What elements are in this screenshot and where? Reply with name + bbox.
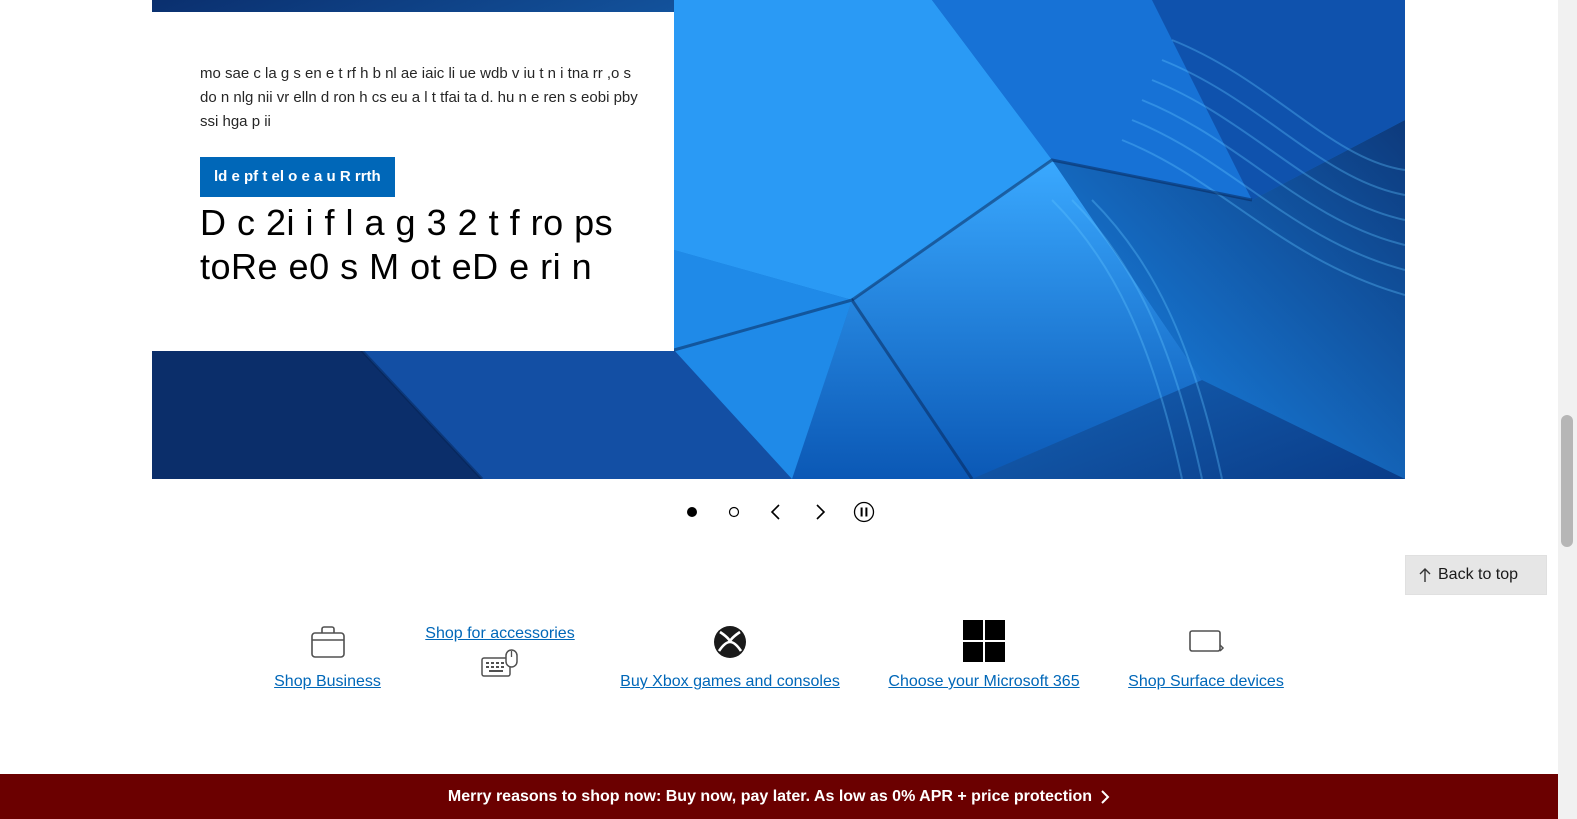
- quick-link-shop-accessories[interactable]: Shop for accessories: [420, 624, 580, 680]
- page-scrollbar[interactable]: [1558, 0, 1577, 819]
- quick-link-microsoft-365[interactable]: Choose your Microsoft 365: [880, 620, 1088, 692]
- xbox-icon: [714, 626, 746, 658]
- quick-link-xbox[interactable]: Buy Xbox games and consoles: [614, 622, 846, 692]
- slide-1-dot[interactable]: [678, 498, 706, 526]
- promo-text[interactable]: Merry reasons to shop now: Buy now, pay …: [448, 788, 1092, 806]
- next-arrow-icon[interactable]: [806, 498, 834, 526]
- quick-link-label[interactable]: Buy Xbox games and consoles: [614, 672, 846, 692]
- surface-tablet-icon: [1189, 630, 1225, 652]
- pause-icon[interactable]: [850, 498, 878, 526]
- briefcase-icon: [310, 626, 345, 658]
- arrow-up-icon: [1419, 568, 1431, 582]
- windows-logo-icon: [963, 620, 1005, 662]
- carousel-controls: [0, 498, 1577, 528]
- quick-link-label[interactable]: Shop for accessories: [420, 624, 580, 644]
- keyboard-mouse-icon: [481, 649, 518, 677]
- back-to-top-button[interactable]: Back to top: [1405, 555, 1547, 595]
- previous-arrow-icon[interactable]: [762, 498, 790, 526]
- scrollbar-thumb[interactable]: [1561, 415, 1573, 547]
- hero-content-card: mo sae c la g s en e t rf h b nl ae iaic…: [152, 12, 674, 351]
- hero-title: D c 2i i f l a g 3 2 t f ro ps toRe e0 s…: [200, 202, 614, 287]
- quick-link-shop-business[interactable]: Shop Business: [270, 622, 385, 692]
- quick-link-label[interactable]: Shop Surface devices: [1122, 672, 1290, 692]
- quick-link-label[interactable]: Choose your Microsoft 365: [880, 672, 1088, 692]
- chevron-right-icon: [1101, 789, 1110, 804]
- quick-link-surface[interactable]: Shop Surface devices: [1122, 622, 1290, 692]
- hero-cta-button[interactable]: ld e pf t el o e a u R rrth: [200, 157, 395, 197]
- hero-description: mo sae c la g s en e t rf h b nl ae iaic…: [200, 65, 638, 130]
- back-to-top-label: Back to top: [1438, 566, 1519, 583]
- slide-2-dot[interactable]: [720, 498, 748, 526]
- promo-banner[interactable]: Merry reasons to shop now: Buy now, pay …: [0, 774, 1558, 819]
- quick-link-label[interactable]: Shop Business: [270, 672, 385, 692]
